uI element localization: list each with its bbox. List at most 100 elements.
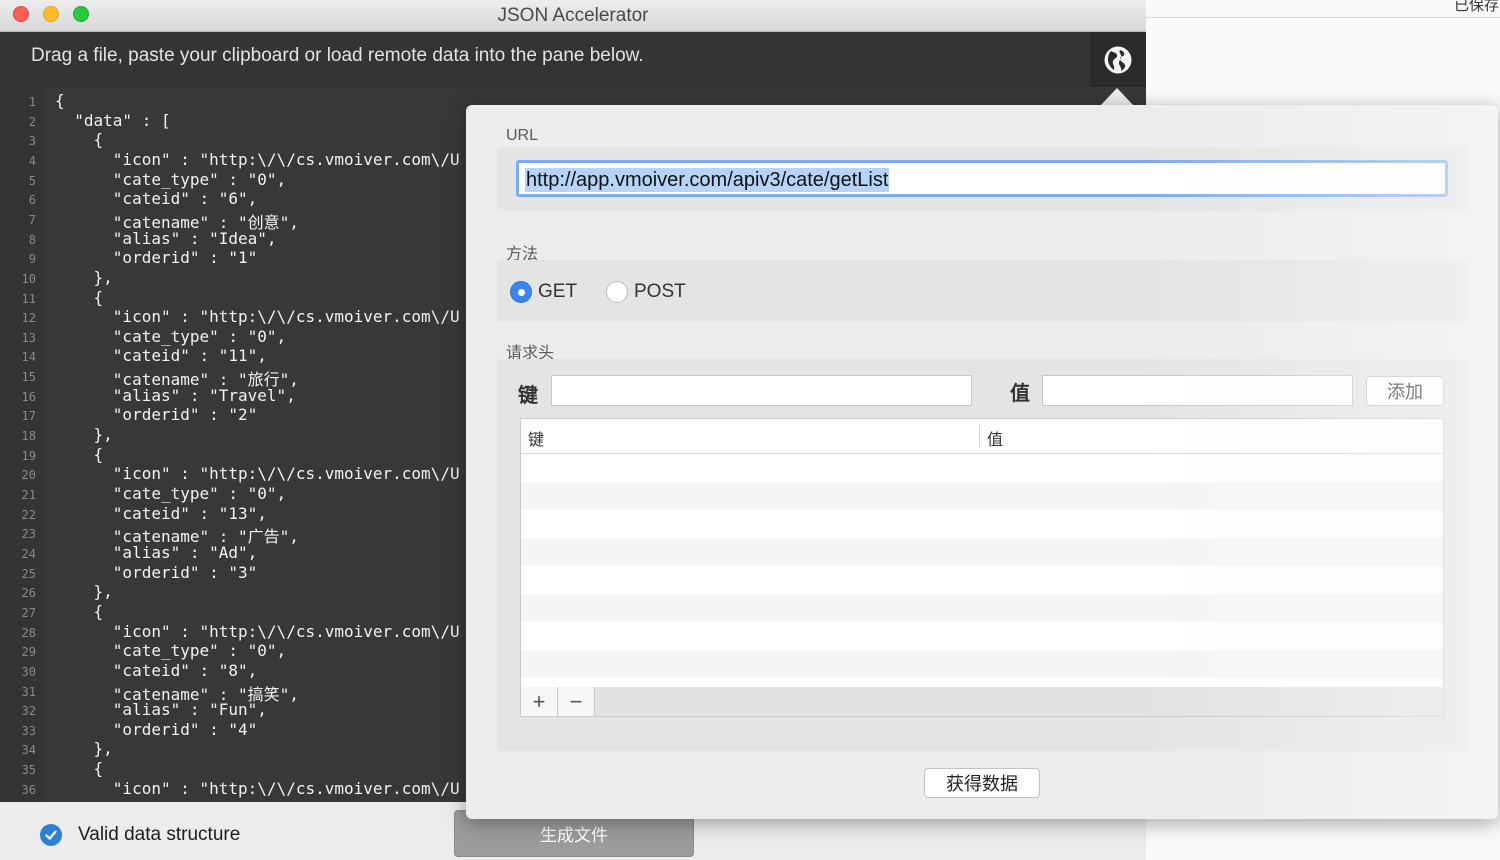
header-key-input[interactable] bbox=[551, 375, 972, 406]
load-remote-button[interactable] bbox=[1090, 32, 1146, 87]
code-line: "cateid" : "8", bbox=[55, 660, 258, 680]
line-number: 12 bbox=[21, 311, 36, 326]
url-input[interactable]: http://app.vmoiver.com/apiv3/cate/getLis… bbox=[516, 160, 1448, 197]
code-line: "cateid" : "13", bbox=[55, 503, 267, 523]
line-number: 5 bbox=[28, 173, 36, 188]
table-row[interactable] bbox=[521, 650, 1443, 678]
line-number: 19 bbox=[21, 448, 36, 463]
line-number: 8 bbox=[28, 232, 36, 247]
code-line: "data" : [ bbox=[55, 110, 171, 130]
code-line: }, bbox=[55, 739, 113, 759]
line-number: 4 bbox=[28, 153, 36, 168]
line-number: 26 bbox=[21, 586, 36, 601]
line-number: 25 bbox=[21, 566, 36, 581]
line-number: 34 bbox=[21, 743, 36, 758]
code-line: "cateid" : "11", bbox=[55, 346, 267, 366]
line-number: 13 bbox=[21, 330, 36, 345]
table-row[interactable] bbox=[521, 622, 1443, 650]
line-number: 36 bbox=[21, 782, 36, 797]
get-radio-label[interactable]: GET bbox=[538, 281, 577, 303]
line-number: 17 bbox=[21, 409, 36, 424]
line-number: 22 bbox=[21, 507, 36, 522]
saved-status-text: 已保存 bbox=[1454, 0, 1500, 14]
table-toolbar: + − bbox=[520, 687, 1444, 717]
background-divider bbox=[1146, 17, 1500, 18]
line-number: 7 bbox=[28, 212, 36, 227]
line-number: 33 bbox=[21, 723, 36, 738]
popover-arrow bbox=[1100, 88, 1134, 106]
line-number: 23 bbox=[21, 527, 36, 542]
line-number: 35 bbox=[21, 763, 36, 778]
code-line: { bbox=[55, 287, 104, 307]
table-row[interactable] bbox=[521, 566, 1443, 594]
key-column-header[interactable]: 键 bbox=[528, 426, 544, 450]
table-row[interactable] bbox=[521, 510, 1443, 538]
table-row[interactable] bbox=[521, 594, 1443, 622]
line-number: 29 bbox=[21, 645, 36, 660]
fetch-data-button[interactable]: 获得数据 bbox=[924, 768, 1040, 798]
code-line: "cate_type" : "0", bbox=[55, 484, 287, 503]
post-radio-label[interactable]: POST bbox=[634, 281, 686, 303]
add-row-button[interactable]: + bbox=[521, 687, 558, 716]
header-key-label: 键 bbox=[518, 385, 538, 407]
code-line: "alias" : "Fun", bbox=[55, 700, 267, 720]
code-line: { bbox=[55, 759, 104, 779]
line-number: 11 bbox=[21, 291, 36, 306]
code-line: "orderid" : "3" bbox=[55, 562, 258, 582]
instruction-bar: Drag a file, paste your clipboard or loa… bbox=[0, 32, 1146, 87]
url-section-label: URL bbox=[506, 127, 539, 144]
add-header-button[interactable]: 添加 bbox=[1366, 376, 1444, 406]
checkmark-icon bbox=[40, 824, 62, 846]
headers-table-header: 键 值 bbox=[521, 419, 1443, 454]
line-number: 24 bbox=[21, 546, 36, 561]
line-number: 20 bbox=[21, 468, 36, 483]
window-title: JSON Accelerator bbox=[497, 5, 649, 26]
headers-table[interactable]: 键 值 bbox=[520, 418, 1444, 688]
line-number: 16 bbox=[21, 389, 36, 404]
table-row[interactable] bbox=[521, 454, 1443, 482]
line-number: 3 bbox=[28, 134, 36, 149]
instruction-text: Drag a file, paste your clipboard or loa… bbox=[31, 45, 644, 66]
code-line: "alias" : "Ad", bbox=[55, 542, 258, 562]
line-number: 31 bbox=[21, 684, 36, 699]
code-line: "icon" : "http:\/\/cs.vmoiver.com\/U bbox=[55, 149, 460, 169]
line-number: 15 bbox=[21, 370, 36, 385]
url-input-value: http://app.vmoiver.com/apiv3/cate/getLis… bbox=[525, 168, 890, 192]
validation-status-text: Valid data structure bbox=[78, 824, 241, 845]
code-line: "cateid" : "6", bbox=[55, 189, 258, 209]
line-number: 28 bbox=[21, 625, 36, 640]
globe-icon bbox=[1104, 46, 1132, 73]
code-line: "orderid" : "1" bbox=[55, 248, 258, 268]
code-line: "cate_type" : "0", bbox=[55, 326, 287, 346]
title-bar[interactable]: JSON Accelerator bbox=[0, 0, 1146, 32]
code-line: "icon" : "http:\/\/cs.vmoiver.com\/U bbox=[55, 307, 460, 327]
code-line: }, bbox=[55, 267, 113, 287]
code-line: "cate_type" : "0", bbox=[55, 641, 287, 661]
get-radio-button[interactable] bbox=[510, 281, 532, 303]
line-number: 1 bbox=[28, 95, 36, 109]
code-line: "alias" : "Travel", bbox=[55, 385, 296, 405]
line-number: 10 bbox=[21, 271, 36, 286]
line-number: 30 bbox=[21, 664, 36, 679]
code-line: { bbox=[55, 601, 104, 621]
line-number: 14 bbox=[21, 350, 36, 365]
header-value-input[interactable] bbox=[1042, 375, 1353, 406]
line-number: 32 bbox=[21, 704, 36, 719]
table-row[interactable] bbox=[521, 482, 1443, 510]
post-radio-button[interactable] bbox=[606, 281, 628, 303]
column-divider bbox=[979, 425, 980, 447]
code-line: "icon" : "http:\/\/cs.vmoiver.com\/U bbox=[55, 464, 460, 484]
line-number: 27 bbox=[21, 605, 36, 620]
code-line: { bbox=[55, 444, 104, 464]
value-column-header[interactable]: 值 bbox=[987, 426, 1003, 450]
code-line: "icon" : "http:\/\/cs.vmoiver.com\/U bbox=[55, 778, 460, 798]
code-line: "cate_type" : "0", bbox=[55, 169, 287, 189]
header-value-label: 值 bbox=[1010, 383, 1030, 405]
code-line: "icon" : "http:\/\/cs.vmoiver.com\/U bbox=[55, 621, 460, 641]
remove-row-button[interactable]: − bbox=[558, 687, 595, 716]
line-number: 6 bbox=[28, 193, 36, 208]
code-line: }, bbox=[55, 582, 113, 602]
line-number: 2 bbox=[28, 114, 36, 129]
table-row[interactable] bbox=[521, 538, 1443, 566]
line-number: 18 bbox=[21, 429, 36, 444]
